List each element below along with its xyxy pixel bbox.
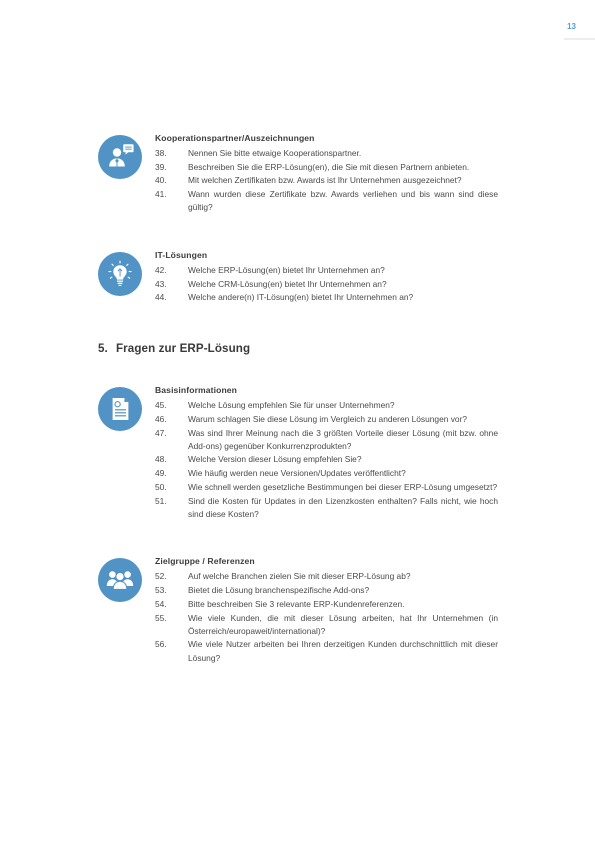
page-content: Kooperationspartner/Auszeichnungen 38. N… bbox=[98, 132, 498, 665]
question-text: Wie viele Nutzer arbeiten bei Ihren derz… bbox=[188, 639, 498, 663]
question-text: Welche ERP-Lösung(en) bietet Ihr Unterne… bbox=[188, 265, 385, 276]
question-list: 42. Welche ERP-Lösung(en) bietet Ihr Unt… bbox=[155, 264, 498, 305]
question-item: 41. Wann wurden diese Zertifikate bzw. A… bbox=[155, 188, 498, 214]
question-number: 40. bbox=[155, 175, 167, 186]
question-number: 51. bbox=[155, 495, 167, 506]
question-text: Welche CRM-Lösung(en) bietet Ihr Unterne… bbox=[188, 278, 387, 289]
question-item: 39. Beschreiben Sie die ERP-Lösung(en), … bbox=[155, 161, 498, 174]
question-block-basisinformationen: Basisinformationen 45. Welche Lösung emp… bbox=[98, 384, 498, 521]
question-number: 54. bbox=[155, 598, 167, 609]
question-item: 42. Welche ERP-Lösung(en) bietet Ihr Unt… bbox=[155, 264, 498, 277]
question-item: 47. Was sind Ihrer Meinung nach die 3 gr… bbox=[155, 427, 498, 453]
question-number: 38. bbox=[155, 148, 167, 158]
question-number: 49. bbox=[155, 468, 167, 479]
question-text: Sind die Kosten für Updates in den Lizen… bbox=[188, 495, 498, 519]
question-text: Was sind Ihrer Meinung nach die 3 größte… bbox=[188, 427, 498, 451]
question-list: 38. Nennen Sie bitte etwaige Kooperation… bbox=[155, 147, 498, 215]
document-icon bbox=[98, 387, 142, 432]
question-item: 45. Welche Lösung empfehlen Sie für unse… bbox=[155, 399, 498, 412]
question-number: 56. bbox=[155, 639, 167, 650]
question-number: 45. bbox=[155, 400, 167, 411]
page-number: 13 bbox=[567, 22, 576, 31]
question-text: Wann wurden diese Zertifikate bzw. Award… bbox=[188, 189, 498, 213]
question-item: 40. Mit welchen Zertifikaten bzw. Awards… bbox=[155, 174, 498, 187]
question-block-kooperationspartner: Kooperationspartner/Auszeichnungen 38. N… bbox=[98, 132, 498, 215]
person-chat-icon bbox=[98, 135, 142, 179]
question-text: Warum schlagen Sie diese Lösung im Vergl… bbox=[188, 413, 468, 424]
question-text: Beschreiben Sie die ERP-Lösung(en), die … bbox=[188, 161, 470, 172]
question-text: Auf welche Branchen zielen Sie mit diese… bbox=[188, 571, 411, 582]
block-title: Basisinformationen bbox=[155, 385, 238, 396]
question-item: 54. Bitte beschreiben Sie 3 relevante ER… bbox=[155, 598, 498, 611]
question-item: 51. Sind die Kosten für Updates in den L… bbox=[155, 495, 498, 521]
question-item: 53. Bietet die Lösung branchenspezifisch… bbox=[155, 584, 498, 597]
question-item: 43. Welche CRM-Lösung(en) bietet Ihr Unt… bbox=[155, 278, 498, 291]
section-number: 5. bbox=[98, 342, 108, 356]
question-item: 38. Nennen Sie bitte etwaige Kooperation… bbox=[155, 147, 498, 160]
question-text: Wie häufig werden neue Versionen/Updates… bbox=[188, 468, 406, 479]
question-number: 42. bbox=[155, 265, 167, 276]
question-text: Bitte beschreiben Sie 3 relevante ERP-Ku… bbox=[188, 598, 405, 609]
question-text: Welche Lösung empfehlen Sie für unser Un… bbox=[188, 400, 395, 411]
question-number: 53. bbox=[155, 585, 167, 596]
question-item: 52. Auf welche Branchen zielen Sie mit d… bbox=[155, 570, 498, 583]
question-number: 55. bbox=[155, 612, 167, 623]
question-text: Nennen Sie bitte etwaige Kooperationspar… bbox=[188, 148, 362, 158]
block-title: IT-Lösungen bbox=[155, 250, 208, 261]
question-number: 39. bbox=[155, 161, 167, 172]
question-item: 49. Wie häufig werden neue Versionen/Upd… bbox=[155, 467, 498, 480]
question-item: 46. Warum schlagen Sie diese Lösung im V… bbox=[155, 413, 498, 426]
question-item: 48. Welche Version dieser Lösung empfehl… bbox=[155, 453, 498, 466]
people-group-icon bbox=[98, 558, 142, 603]
question-number: 50. bbox=[155, 481, 167, 492]
block-title: Kooperationspartner/Auszeichnungen bbox=[155, 133, 315, 143]
question-list: 52. Auf welche Branchen zielen Sie mit d… bbox=[155, 570, 498, 664]
question-list: 45. Welche Lösung empfehlen Sie für unse… bbox=[155, 399, 498, 521]
section-heading: 5. Fragen zur ERP-Lösung bbox=[98, 341, 498, 356]
question-text: Welche andere(n) IT-Lösung(en) bietet Ih… bbox=[188, 292, 414, 303]
question-text: Wie viele Kunden, die mit dieser Lösung … bbox=[188, 612, 498, 636]
question-number: 41. bbox=[155, 189, 167, 200]
question-item: 44. Welche andere(n) IT-Lösung(en) biete… bbox=[155, 291, 498, 304]
question-text: Mit welchen Zertifikaten bzw. Awards ist… bbox=[188, 175, 462, 186]
question-item: 56. Wie viele Nutzer arbeiten bei Ihren … bbox=[155, 638, 498, 664]
question-block-it-loesungen: IT-Lösungen 42. Welche ERP-Lösung(en) bi… bbox=[98, 249, 498, 305]
header-rule bbox=[564, 38, 595, 40]
question-number: 47. bbox=[155, 427, 167, 438]
section-title: Fragen zur ERP-Lösung bbox=[116, 342, 251, 356]
page-header: 13 bbox=[465, 0, 595, 48]
question-text: Bietet die Lösung branchenspezifische Ad… bbox=[188, 585, 370, 596]
question-item: 55. Wie viele Kunden, die mit dieser Lös… bbox=[155, 612, 498, 638]
question-block-zielgruppe-referenzen: Zielgruppe / Referenzen 52. Auf welche B… bbox=[98, 555, 498, 664]
lightbulb-icon bbox=[98, 252, 142, 297]
question-number: 48. bbox=[155, 454, 167, 465]
question-number: 52. bbox=[155, 571, 167, 582]
question-text: Wie schnell werden gesetzliche Bestimmun… bbox=[188, 481, 498, 492]
question-text: Welche Version dieser Lösung empfehlen S… bbox=[188, 454, 362, 465]
question-number: 46. bbox=[155, 413, 167, 424]
question-number: 44. bbox=[155, 292, 167, 303]
question-number: 43. bbox=[155, 278, 167, 289]
question-item: 50. Wie schnell werden gesetzliche Besti… bbox=[155, 481, 498, 494]
block-title: Zielgruppe / Referenzen bbox=[155, 556, 255, 567]
